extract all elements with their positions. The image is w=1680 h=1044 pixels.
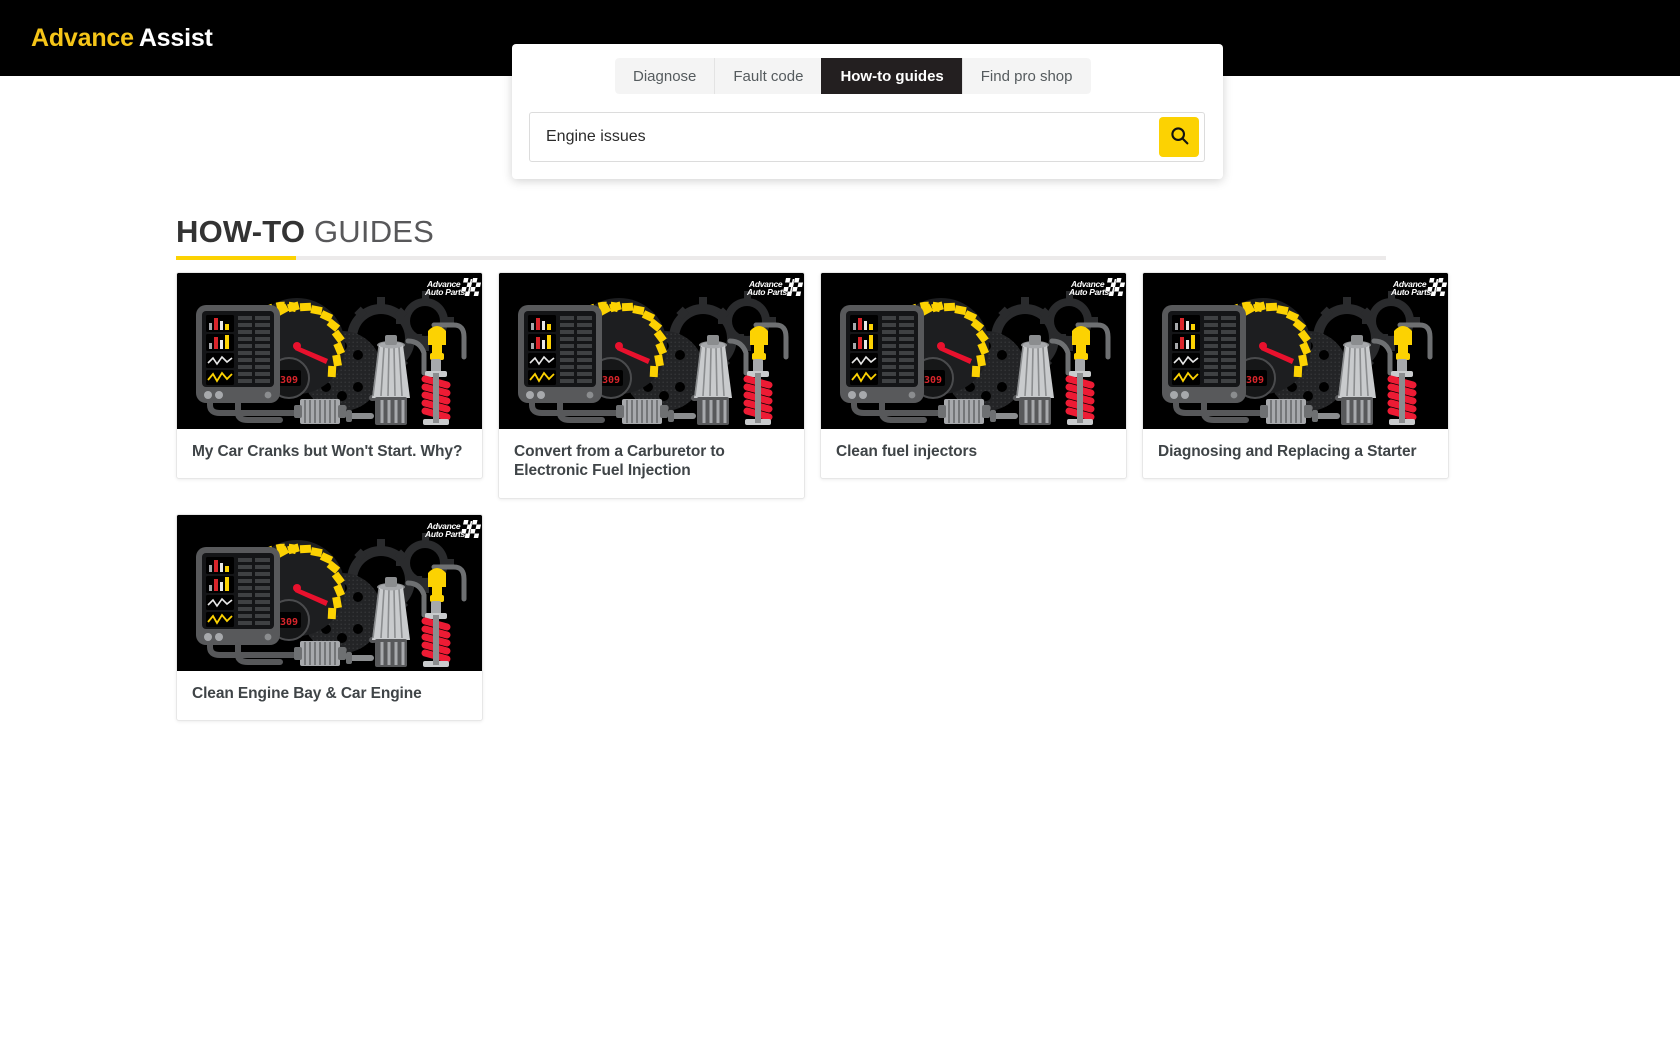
guide-card-body: Diagnosing and Replacing a Starter bbox=[1143, 429, 1448, 478]
svg-text:309: 309 bbox=[280, 375, 298, 386]
svg-text:309: 309 bbox=[924, 375, 942, 386]
svg-text:Auto Parts: Auto Parts bbox=[424, 287, 466, 297]
guide-card-body: Clean Engine Bay & Car Engine bbox=[177, 671, 482, 720]
svg-text:309: 309 bbox=[1246, 375, 1264, 386]
tab-diagnose[interactable]: Diagnose bbox=[615, 58, 715, 94]
guide-card-body: Clean fuel injectors bbox=[821, 429, 1126, 478]
search-icon bbox=[1169, 125, 1190, 149]
app-brand: Advance Assist bbox=[31, 24, 213, 53]
section-divider-accent bbox=[176, 256, 296, 260]
svg-text:309: 309 bbox=[280, 617, 298, 628]
page-title-light: GUIDES bbox=[313, 214, 435, 249]
diagnostic-illustration: 309 Advance Auto Parts bbox=[821, 273, 1126, 429]
guide-card-body: Convert from a Carburetor to Electronic … bbox=[499, 429, 804, 498]
guide-card[interactable]: 309 bbox=[498, 272, 805, 499]
tab-fault-code[interactable]: Fault code bbox=[714, 58, 822, 94]
guide-card-image: 309 Advance Auto Parts bbox=[821, 273, 1126, 429]
search-field-wrapper bbox=[529, 112, 1205, 162]
guides-grid: 309 Advance Auto Parts My Car Cranks but… bbox=[176, 272, 1456, 722]
guide-card-image: 309 Advance Auto Parts bbox=[177, 514, 482, 671]
diagnostic-illustration: 309 Advance Auto Parts bbox=[1143, 273, 1448, 429]
search-panel: Diagnose Fault code How-to guides Find p… bbox=[512, 44, 1223, 179]
guide-card-title: Convert from a Carburetor to Electronic … bbox=[514, 443, 725, 480]
guide-card[interactable]: 309 bbox=[176, 272, 483, 480]
guide-card-title: Diagnosing and Replacing a Starter bbox=[1158, 443, 1417, 460]
section-divider bbox=[176, 256, 1386, 260]
svg-text:309: 309 bbox=[602, 375, 620, 386]
diagnostic-illustration: 309 Advance Auto Parts bbox=[499, 273, 804, 429]
svg-text:Auto Parts: Auto Parts bbox=[1068, 287, 1110, 297]
guide-card-title: Clean fuel injectors bbox=[836, 443, 977, 460]
guide-card[interactable]: 309 bbox=[820, 272, 1127, 480]
guide-card[interactable]: 309 bbox=[1142, 272, 1449, 480]
guide-card-title: My Car Cranks but Won't Start. Why? bbox=[192, 443, 463, 460]
diagnostic-illustration: 309 Advance Auto Parts bbox=[177, 514, 482, 671]
guide-card-image: 309 Advance Auto Parts bbox=[499, 273, 804, 429]
tab-how-to-guides[interactable]: How-to guides bbox=[821, 58, 962, 94]
guide-card-image: 309 Advance Auto Parts bbox=[177, 273, 482, 429]
guide-card-image: 309 Advance Auto Parts bbox=[1143, 273, 1448, 429]
tab-find-pro-shop[interactable]: Find pro shop bbox=[961, 58, 1091, 94]
page-title: HOW-TO GUIDES bbox=[176, 216, 1386, 247]
tab-bar: Diagnose Fault code How-to guides Find p… bbox=[615, 58, 1091, 94]
page-title-strong: HOW-TO bbox=[176, 214, 306, 249]
brand-secondary-text: Assist bbox=[138, 24, 213, 52]
guide-card-title: Clean Engine Bay & Car Engine bbox=[192, 684, 422, 702]
search-submit-button[interactable] bbox=[1159, 117, 1199, 157]
svg-text:Auto Parts: Auto Parts bbox=[746, 287, 788, 297]
brand-primary-text: Advance bbox=[31, 24, 134, 52]
search-input[interactable] bbox=[530, 113, 1159, 161]
guide-card[interactable]: 309 bbox=[176, 513, 483, 722]
section-header: HOW-TO GUIDES bbox=[176, 216, 1386, 260]
svg-text:Auto Parts: Auto Parts bbox=[1390, 287, 1432, 297]
guide-card-body: My Car Cranks but Won't Start. Why? bbox=[177, 429, 482, 478]
diagnostic-illustration: 309 Advance Auto Parts bbox=[177, 273, 482, 429]
svg-text:Auto Parts: Auto Parts bbox=[424, 529, 466, 539]
